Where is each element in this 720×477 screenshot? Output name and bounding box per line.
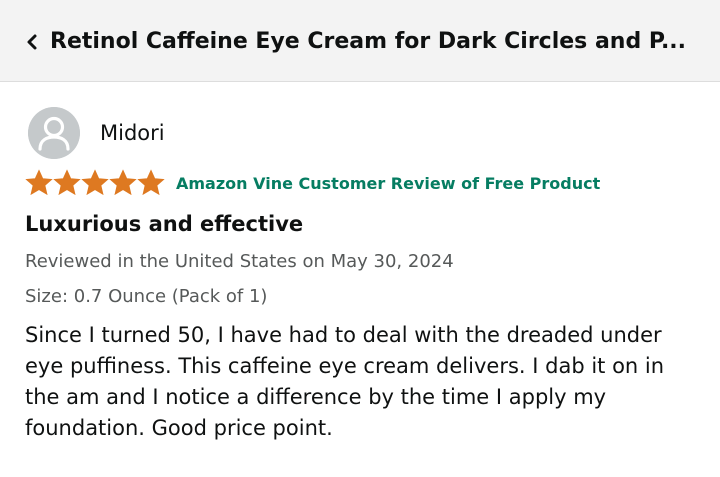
review-body: Since I turned 50, I have had to deal wi… bbox=[25, 323, 665, 440]
star-icon bbox=[137, 169, 165, 196]
review-date: Reviewed in the United States on May 30,… bbox=[25, 251, 454, 272]
product-variant: Size: 0.7 Ounce (Pack of 1) bbox=[25, 286, 268, 307]
chevron-left-icon bbox=[27, 34, 37, 50]
star-icon bbox=[81, 169, 109, 196]
top-bar: Retinol Caffeine Eye Cream for Dark Circ… bbox=[0, 0, 720, 82]
star-icon bbox=[109, 169, 137, 196]
star-rating bbox=[25, 169, 165, 199]
star-icon bbox=[25, 169, 53, 196]
vine-badge: Amazon Vine Customer Review of Free Prod… bbox=[176, 174, 601, 193]
product-title[interactable]: Retinol Caffeine Eye Cream for Dark Circ… bbox=[50, 26, 690, 58]
user-avatar-icon[interactable] bbox=[28, 107, 80, 159]
reviewer-name[interactable]: Midori bbox=[100, 119, 165, 147]
back-button[interactable] bbox=[18, 26, 46, 58]
review-title: Luxurious and effective bbox=[25, 212, 304, 236]
star-icon bbox=[53, 169, 81, 196]
